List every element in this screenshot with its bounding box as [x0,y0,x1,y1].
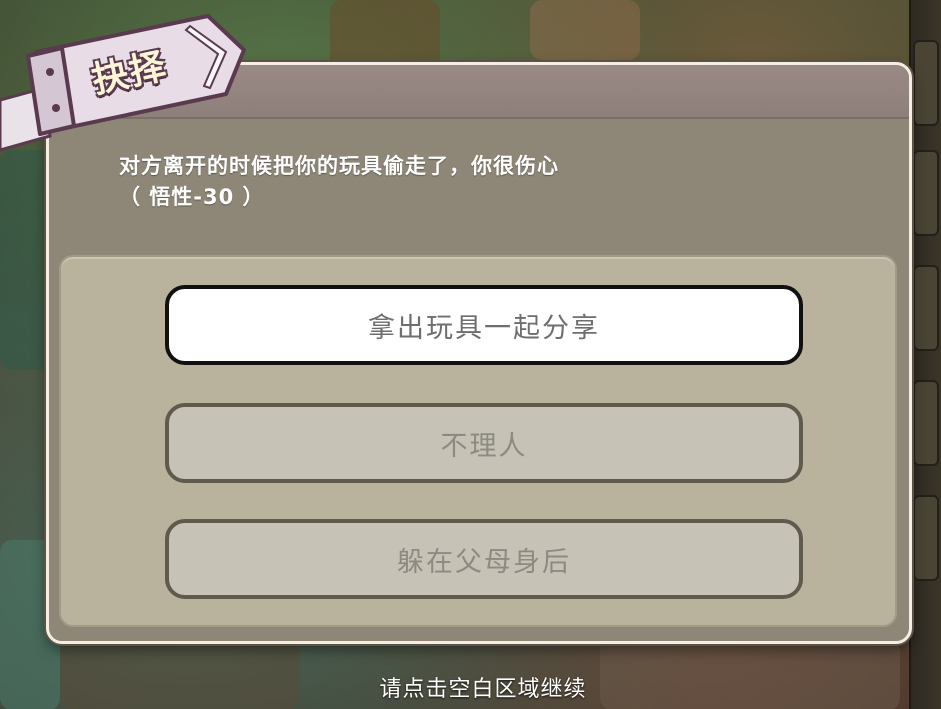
side-menu-slot[interactable] [913,380,939,466]
continue-hint: 请点击空白区域继续 [379,677,587,702]
side-menu-slot[interactable] [913,495,939,581]
game-scene[interactable]: 对方离开的时候把你的玩具偷走了，你很伤心 （ 悟性-30 ） 拿出玩具一起分享 … [0,0,941,709]
side-menu-slot[interactable] [913,265,939,351]
side-menu-slot[interactable] [913,150,939,236]
options-container: 拿出玩具一起分享 不理人 躲在父母身后 [59,255,897,627]
side-menu-rail [909,0,941,709]
background-toy-block [530,0,640,60]
title-banner: 抉择 [0,8,250,163]
option-button-ignore[interactable]: 不理人 [165,403,803,483]
option-label: 不理人 [440,430,528,462]
option-button-hide-behind-parents[interactable]: 躲在父母身后 [165,519,803,599]
background-foliage [0,150,50,370]
background-toy-shelf [330,0,440,70]
side-menu-slot[interactable] [913,40,939,126]
option-button-share-toy[interactable]: 拿出玩具一起分享 [165,285,803,365]
option-label: 躲在父母身后 [397,546,571,578]
option-label: 拿出玩具一起分享 [368,312,600,344]
stat-effect: （ 悟性-30 ） [119,185,265,209]
